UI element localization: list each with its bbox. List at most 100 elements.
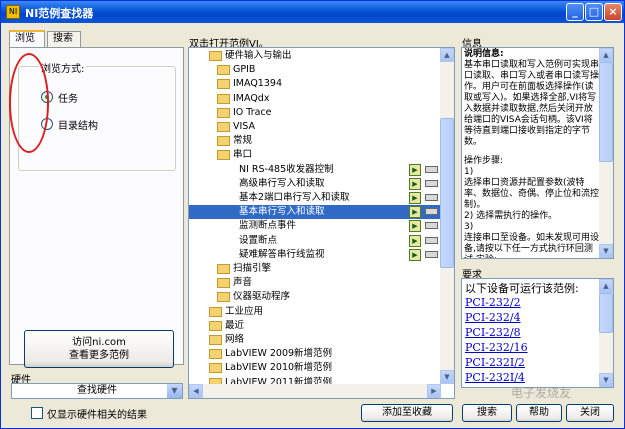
hardware-select[interactable]: 查找硬件 ▼ (11, 383, 183, 399)
close-window-button[interactable]: × (604, 3, 622, 21)
tree-row[interactable]: 仪器驱动程序 (189, 290, 441, 304)
device-link[interactable]: PCI-232/4 (465, 311, 521, 324)
scroll-down-icon[interactable]: ▼ (599, 244, 613, 258)
tree-row-label: 硬件输入与输出 (225, 50, 292, 61)
minimize-button[interactable]: _ (566, 3, 584, 21)
vi-icon: ▶ (409, 163, 421, 176)
tree-row-label: VISA (233, 121, 256, 132)
tree-row-label: 基本2端口串行写入和读取 (239, 192, 350, 203)
tree-row-label: 常规 (233, 135, 253, 147)
folder-icon (217, 107, 230, 118)
tree-row[interactable]: VISA (189, 120, 441, 134)
tree-row[interactable]: 网络 (189, 333, 441, 347)
tree-row[interactable]: 最近 (189, 319, 441, 333)
tree-row[interactable]: LabVIEW 2010新增范例 (189, 361, 441, 375)
info-box: 说明信息: 基本串口读取和写入范例可实现串口读取、串口写入或者串口读写操作。用户… (461, 47, 614, 259)
chevron-down-icon[interactable]: ▼ (167, 384, 182, 398)
info-scrollbar[interactable]: ▲ ▼ (599, 48, 613, 258)
tree-row[interactable]: ▶ 监测断点事件 (189, 219, 441, 233)
tree-vertical-scrollbar[interactable]: ▲ ▼ (440, 48, 454, 384)
folder-icon (217, 136, 230, 147)
folder-icon (209, 363, 222, 374)
tree-row[interactable]: 工业应用 (189, 305, 441, 319)
scroll-thumb[interactable] (599, 62, 613, 162)
tree-row-label: LabVIEW 2010新增范例 (225, 362, 333, 374)
step-3: 2) 选择需执行的操作。 (464, 211, 558, 221)
scroll-left-icon[interactable]: ◀ (189, 384, 203, 398)
serial-device-icon (425, 236, 438, 244)
requirements-scrollbar[interactable]: ▲ ▼ (599, 279, 613, 387)
tree-row[interactable]: 扫描引擎 (189, 262, 441, 276)
tree-row-label: 高级串行写入和读取 (239, 177, 325, 189)
scroll-up-icon[interactable]: ▲ (440, 48, 454, 62)
tree-row[interactable]: 声音 (189, 276, 441, 290)
serial-device-icon (425, 179, 438, 187)
vi-icon: ▶ (409, 220, 421, 233)
tree-row[interactable]: ▶ 高级串行写入和读取 (189, 177, 441, 191)
visit-ni-button[interactable]: 访问ni.com 查看更多范例 (24, 330, 174, 368)
folder-icon (209, 51, 222, 61)
step-4: 3) (464, 222, 474, 232)
maximize-button[interactable]: □ (585, 3, 603, 21)
hardware-only-checkbox[interactable] (31, 407, 43, 419)
folder-icon (209, 335, 222, 345)
tree-row-label: GPIB (233, 64, 256, 76)
tree-row[interactable]: IO Trace (189, 106, 441, 120)
tree-row[interactable]: LabVIEW 2009新增范例 (189, 347, 441, 361)
tree-row[interactable]: ▶ 基本串行写入和读取 (189, 205, 441, 220)
vi-icon: ▶ (409, 177, 421, 190)
tree-row-label: LabVIEW 2009新增范例 (225, 348, 333, 360)
tree-row-label: 串口 (233, 149, 253, 161)
scroll-down-icon[interactable]: ▼ (440, 370, 454, 384)
folder-icon (217, 292, 230, 303)
tree-row[interactable]: ▶ 设置断点 (189, 234, 441, 248)
tree-row[interactable]: 常规 (189, 134, 441, 148)
scroll-up-icon[interactable]: ▲ (599, 279, 613, 293)
tree-row-label: 扫描引擎 (233, 263, 272, 274)
serial-device-icon (425, 250, 438, 258)
tree-row[interactable]: ▶ 基本2端口串行写入和读取 (189, 191, 441, 205)
tab-browse[interactable]: 浏览 (9, 30, 45, 48)
folder-icon (217, 122, 230, 132)
tree-row-label: 基本串行写入和读取 (239, 206, 325, 218)
close-button[interactable]: 关闭 (566, 404, 614, 422)
radio-task[interactable]: 任务 (41, 90, 161, 105)
vi-icon: ▶ (409, 234, 421, 247)
scroll-down-icon[interactable]: ▼ (599, 373, 613, 387)
serial-device-icon (425, 222, 438, 230)
info-description: 基本串口读取和写入范例可实现串口读取、串口写入或者串口读写操作。用户可在前面板选… (464, 60, 600, 147)
title-bar[interactable]: NI NI范例查找器 _ □ × (1, 1, 624, 23)
device-link[interactable]: PCI-232I/4 (465, 371, 525, 384)
scroll-up-icon[interactable]: ▲ (599, 48, 613, 62)
scroll-thumb[interactable] (440, 118, 454, 268)
help-button[interactable]: 帮助 (516, 404, 562, 422)
device-link[interactable]: PCI-232I/2 (465, 356, 525, 369)
hardware-only-label: 仅显示硬件相关的结果 (47, 410, 147, 421)
tree-row-label: 声音 (233, 277, 253, 289)
device-link[interactable]: PCI-232/8 (465, 326, 521, 339)
tree-row[interactable]: 硬件输入与输出 (189, 49, 441, 63)
browse-mode-label: 浏览方式: (39, 60, 87, 75)
tree-row-label: 最近 (225, 319, 245, 331)
tree-row[interactable]: IMAQ1394 (189, 77, 441, 91)
scroll-right-icon[interactable]: ▶ (427, 384, 441, 398)
tree-row[interactable]: ▶ 疑难解答串行线监视 (189, 248, 441, 262)
tree-horizontal-scrollbar[interactable]: ◀ ▶ (189, 384, 441, 398)
device-link[interactable]: PCI-232/2 (465, 296, 521, 309)
device-link[interactable]: PCI-232/16 (465, 341, 528, 354)
add-to-favorites-button[interactable]: 添加至收藏 (361, 404, 453, 422)
tree-row-label: IO Trace (233, 106, 272, 118)
scroll-thumb[interactable] (599, 293, 613, 333)
tree-row[interactable]: IMAQdx (189, 92, 441, 106)
tree-row[interactable]: ▶ NI RS-485收发器控制 (189, 163, 441, 177)
tree-row-label: 仪器驱动程序 (233, 291, 291, 303)
tree-row[interactable]: 串口 (189, 148, 441, 162)
tree-row[interactable]: GPIB (189, 63, 441, 77)
tab-search[interactable]: 搜索 (47, 31, 81, 47)
info-title: 说明信息: (464, 49, 504, 59)
serial-device-icon (425, 194, 438, 201)
search-button[interactable]: 搜索 (462, 404, 512, 422)
radio-directory[interactable]: 目录结构 (41, 117, 161, 132)
example-finder-window: NI NI范例查找器 _ □ × 浏览 搜索 浏览方式: 任务 目录结构 访问n… (0, 0, 625, 429)
window-title: NI范例查找器 (25, 7, 94, 20)
